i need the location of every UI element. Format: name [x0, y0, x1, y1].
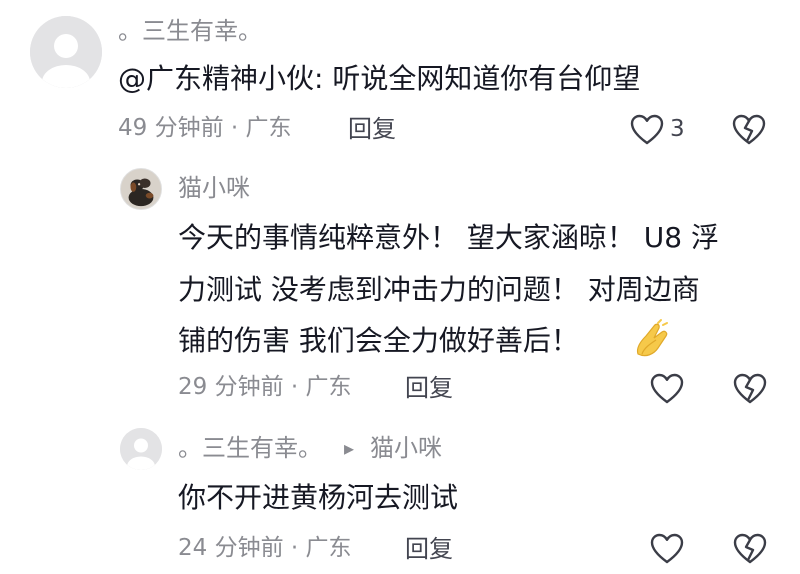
reply-button[interactable]: 回复	[405, 537, 453, 561]
broken-heart-icon[interactable]	[733, 373, 767, 405]
reply-meta: 29 分钟前 · 广东	[178, 374, 352, 400]
heart-outline-icon[interactable]	[630, 114, 664, 146]
reply-to-arrow-icon: ▸	[344, 436, 355, 460]
broken-heart-icon[interactable]	[733, 533, 767, 565]
avatar[interactable]	[120, 428, 162, 470]
hands-together-icon	[632, 318, 674, 360]
comment-meta: 49 分钟前 · 广东	[118, 115, 292, 141]
avatar[interactable]	[120, 168, 162, 210]
reply-text-line-3: 铺的伤害 我们会全力做好善后！	[178, 324, 579, 357]
broken-heart-icon[interactable]	[732, 114, 766, 146]
reply-text: 你不开进黄杨河去测试	[178, 481, 459, 514]
reply-author[interactable]: 猫小咪	[178, 176, 250, 200]
heart-outline-icon[interactable]	[650, 373, 684, 405]
reply-to-user[interactable]: 猫小咪	[370, 436, 442, 460]
comment-text: @广东精神小伙: 听说全网知道你有台仰望	[118, 62, 641, 95]
heart-outline-icon[interactable]	[650, 533, 684, 565]
default-avatar-icon	[120, 428, 162, 470]
reply-button[interactable]: 回复	[405, 376, 453, 400]
comment-author[interactable]: 。三生有幸。	[118, 19, 262, 43]
like-count: 3	[670, 116, 685, 142]
dog-avatar-image	[121, 169, 161, 209]
default-avatar-icon	[30, 16, 102, 88]
reply-text-line-1: 今天的事情纯粹意外！ 望大家涵晾！ U8 浮	[178, 221, 720, 254]
avatar[interactable]	[30, 16, 102, 88]
reply-button[interactable]: 回复	[348, 117, 396, 141]
reply-text-line-2: 力测试 没考虑到冲击力的问题！ 对周边商	[178, 273, 700, 306]
reply-meta: 24 分钟前 · 广东	[178, 535, 352, 561]
reply-author[interactable]: 。三生有幸。	[178, 436, 322, 460]
